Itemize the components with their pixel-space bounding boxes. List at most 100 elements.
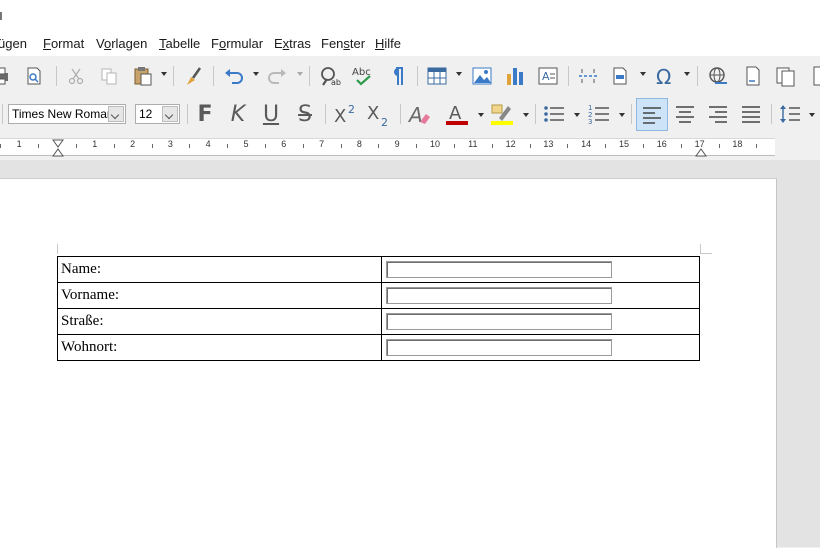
font-name-box[interactable]: Times New Roman <box>8 104 126 124</box>
redo-dropdown-icon[interactable] <box>297 72 303 76</box>
italic-label: K <box>230 101 246 127</box>
ruler-tick <box>605 144 607 148</box>
font-name-value: Times New Roman <box>12 107 114 121</box>
ruler-tick <box>642 144 644 148</box>
font-color-dropdown-icon[interactable] <box>478 113 484 117</box>
font-size-box[interactable]: 12 <box>135 104 180 124</box>
menu-formular[interactable]: Formular <box>211 36 263 51</box>
ruler-tick-label: 7 <box>319 139 325 149</box>
menu-hilfe[interactable]: Hilfe <box>375 36 401 51</box>
menu-tabelle[interactable]: Tabelle <box>159 36 200 51</box>
strasse-input[interactable] <box>386 313 612 330</box>
subscript-icon: X2 <box>367 103 388 127</box>
line-spacing-dropdown-icon[interactable] <box>809 113 815 117</box>
toolbar-separator <box>173 66 174 86</box>
menu-label: rmular <box>226 36 264 51</box>
superscript-button[interactable]: X2 <box>332 100 362 128</box>
toolbar-separator <box>697 66 698 86</box>
find-replace-icon[interactable]: ab <box>316 62 344 90</box>
justify-icon[interactable] <box>737 100 765 128</box>
paste-dropdown-icon[interactable] <box>161 72 167 76</box>
font-name-dropdown-icon[interactable] <box>108 106 124 122</box>
insert-endnote-icon[interactable] <box>772 62 800 90</box>
cut-icon[interactable] <box>62 62 90 90</box>
bullet-list-icon[interactable] <box>540 100 568 128</box>
clear-formatting-icon[interactable]: A <box>405 100 433 128</box>
insert-field-dropdown-icon[interactable] <box>640 72 646 76</box>
print-icon[interactable] <box>0 62 14 90</box>
field-label-wohnort: Wohnort: <box>57 334 382 361</box>
wohnort-input[interactable] <box>386 339 612 356</box>
spelling-icon[interactable]: Abc <box>349 62 377 90</box>
ruler-tick <box>227 144 229 148</box>
horizontal-ruler[interactable]: 1 1 2 3 4 5 6 7 8 9 10 11 12 13 14 15 16 17 18 <box>0 134 820 160</box>
insert-table-dropdown-icon[interactable] <box>456 72 462 76</box>
align-center-icon[interactable] <box>671 100 699 128</box>
underline-button[interactable]: U <box>257 100 285 128</box>
special-character-icon[interactable]: Ω <box>651 62 679 90</box>
toolbar-separator <box>535 104 536 124</box>
ruler-tick-label: 6 <box>281 139 287 149</box>
ruler-tick-label: 12 <box>505 139 516 149</box>
numbered-list-dropdown-icon[interactable] <box>619 113 625 117</box>
table-cell <box>381 308 700 335</box>
align-left-button[interactable] <box>636 98 668 131</box>
svg-text:ab: ab <box>331 78 341 87</box>
insert-comment-icon[interactable] <box>806 62 820 90</box>
insert-hyperlink-icon[interactable] <box>704 62 732 90</box>
numbered-list-icon[interactable]: 123 <box>585 100 613 128</box>
subscript-button[interactable]: X2 <box>365 100 395 128</box>
insert-textbox-icon[interactable]: A <box>534 62 562 90</box>
left-indent-marker-icon[interactable] <box>52 139 64 162</box>
insert-footnote-icon[interactable] <box>739 62 767 90</box>
insert-page-break-icon[interactable] <box>574 62 602 90</box>
ruler-tick <box>38 144 40 148</box>
paste-icon[interactable] <box>129 62 157 90</box>
redo-icon[interactable] <box>263 62 291 90</box>
line-spacing-icon[interactable] <box>776 100 804 128</box>
ruler-tick-label: 15 <box>618 139 630 149</box>
svg-text:2: 2 <box>348 103 355 116</box>
insert-chart-icon[interactable] <box>501 62 529 90</box>
ruler-tick-label: 3 <box>167 139 173 149</box>
vorname-input[interactable] <box>386 287 612 304</box>
menu-einfuegen[interactable]: ügen <box>0 36 27 51</box>
toolbar-separator <box>56 66 57 86</box>
special-character-dropdown-icon[interactable] <box>684 72 690 76</box>
right-indent-marker-icon[interactable] <box>695 139 707 162</box>
highlight-color-icon[interactable] <box>488 100 516 128</box>
clone-formatting-icon[interactable] <box>180 62 208 90</box>
menu-label: Fen <box>321 36 344 51</box>
font-color-icon[interactable]: A <box>443 100 471 128</box>
strikethrough-button[interactable]: S <box>291 100 319 128</box>
insert-field-icon[interactable] <box>606 62 634 90</box>
name-input[interactable] <box>386 261 612 278</box>
menu-fenster[interactable]: Fenster <box>321 36 365 51</box>
menu-extras[interactable]: Extras <box>274 36 311 51</box>
insert-table-icon[interactable] <box>423 62 451 90</box>
copy-icon[interactable] <box>95 62 123 90</box>
highlight-color-dropdown-icon[interactable] <box>523 113 529 117</box>
ruler-tick <box>529 144 531 148</box>
document-page[interactable] <box>0 178 777 548</box>
insert-image-icon[interactable] <box>468 62 496 90</box>
font-size-dropdown-icon[interactable] <box>162 106 178 122</box>
italic-button[interactable]: K <box>224 100 252 128</box>
formatting-marks-icon[interactable] <box>383 62 411 90</box>
undo-dropdown-icon[interactable] <box>253 72 259 76</box>
bold-button[interactable]: F <box>191 100 219 128</box>
print-preview-icon[interactable] <box>20 62 48 90</box>
bullet-list-dropdown-icon[interactable] <box>574 113 580 117</box>
toolbar-separator <box>400 104 401 124</box>
svg-text:A: A <box>449 103 462 124</box>
menu-vorlagen[interactable]: Vorlagen <box>96 36 147 51</box>
menu-format[interactable]: Format <box>43 36 84 51</box>
toolbar-separator <box>309 66 310 86</box>
ruler-tick-label: 2 <box>130 139 136 149</box>
text-boundary-mark <box>700 253 712 254</box>
undo-icon[interactable] <box>220 62 248 90</box>
toolbar-separator <box>2 104 3 124</box>
svg-text:3: 3 <box>588 118 592 125</box>
align-right-icon[interactable] <box>704 100 732 128</box>
ruler-tick <box>756 144 758 148</box>
